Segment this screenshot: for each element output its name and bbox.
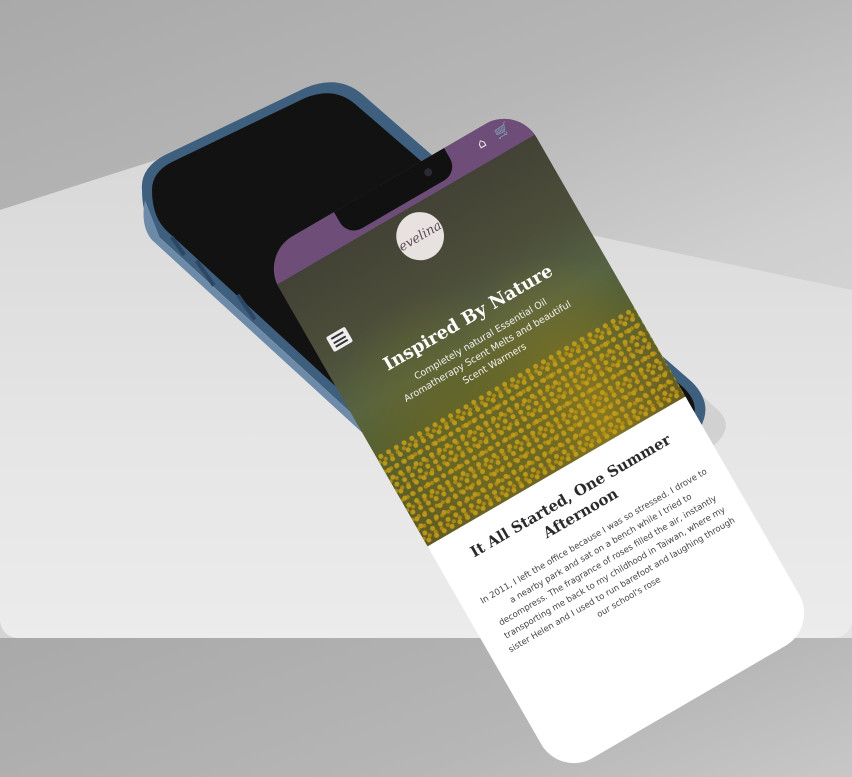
phone-mockup: ⌂ 🛒 evelina Inspired By Nature Completel… xyxy=(0,0,852,777)
brand-logo-text: evelina xyxy=(396,217,445,255)
